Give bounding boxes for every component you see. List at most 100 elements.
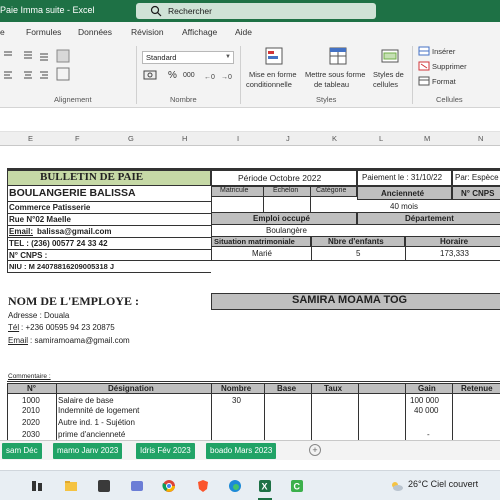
border-line [7,237,211,238]
ribbon-separator [136,46,137,104]
border-line [452,383,453,440]
border-line [7,249,211,250]
border-line [405,247,406,260]
column-header[interactable]: I [237,134,239,143]
sheet-tab[interactable]: Idris Fév 2023 [136,443,195,459]
brave-icon[interactable] [196,479,210,493]
employee-address: Adresse : Douala [8,311,70,320]
company-email: balissa@gmail.com [37,227,112,236]
currency-icon[interactable] [142,68,162,82]
widgets-icon[interactable] [30,479,44,493]
ribbon: Alignement Standard ▼ % 000 ←0 →0 Nombre … [0,42,500,108]
camera-app-icon[interactable] [130,479,144,493]
chevron-down-icon: ▼ [225,54,231,60]
file-explorer-icon[interactable] [64,479,78,493]
cell-styles-label-1[interactable]: Styles de [373,70,404,79]
format-button[interactable]: Format [432,77,456,86]
tab-home-partial[interactable]: e [0,27,5,37]
delete-button[interactable]: Supprimer [432,62,467,71]
employee-tel: : +236 00595 94 23 20875 [21,323,115,332]
column-header[interactable]: N [478,134,483,143]
comment-label: Commentaire : [8,373,51,380]
table-format-label-1[interactable]: Mettre sous forme [305,70,365,79]
alignment-icons[interactable] [2,48,72,86]
title-bar: Paie Imma suite - Excel Rechercher [0,0,500,22]
conditional-format-icon [265,47,283,65]
conditional-format-label-1[interactable]: Mise en forme [249,70,297,79]
sheet-tab[interactable]: sam Déc [2,443,42,459]
employee-tel-label: Tél [8,323,20,332]
insert-button[interactable]: Insérer [432,47,455,56]
task-view-icon[interactable] [97,479,111,493]
table-header: Nombre [221,384,252,393]
delete-icon [418,61,430,71]
row-number: 2010 [22,406,40,415]
tab-donnees[interactable]: Données [78,27,112,37]
number-format-dropdown[interactable]: Standard ▼ [142,51,234,64]
conditional-format-label-2[interactable]: conditionnelle [246,80,292,89]
group-label-cells: Cellules [436,95,463,104]
add-sheet-button[interactable]: + [309,444,321,456]
table-header: Désignation [108,384,154,393]
border-line [7,381,500,382]
decimal-icons[interactable]: ←0 →0 [204,69,238,83]
payment-mode-text: Par: Espèce [455,173,499,182]
search-box[interactable]: Rechercher [136,3,376,19]
tab-revision[interactable]: Révision [131,27,164,37]
table-header: N° [27,384,36,393]
sheet-tab[interactable]: boado Mars 2023 [206,443,277,459]
percent-button[interactable]: % [168,70,177,81]
formula-bar[interactable] [0,108,500,132]
tab-formules[interactable]: Formules [26,27,61,37]
table-header: Base [277,384,297,393]
chrome-icon[interactable] [162,479,176,493]
column-header[interactable]: K [332,134,337,143]
svg-text:→0: →0 [221,74,232,81]
sheet-tab[interactable]: mamo Janv 2023 [53,443,123,459]
column-header[interactable]: F [75,134,80,143]
svg-text:X: X [262,482,268,492]
svg-text:←0: ←0 [204,74,215,81]
column-header[interactable]: J [286,134,290,143]
tab-aide[interactable]: Aide [235,27,252,37]
excel-icon[interactable]: X [258,479,272,493]
column-header[interactable]: L [379,134,383,143]
payslip-title: BULLETIN DE PAIE [40,171,144,183]
camtasia-icon[interactable]: C [290,479,304,493]
format-icon [418,76,430,86]
row-number: 1000 [22,396,40,405]
weather-icon [392,482,403,491]
number-format-value: Standard [146,53,177,62]
column-header[interactable]: G [128,134,134,143]
border-line [7,170,8,272]
border-line [310,186,311,212]
edge-icon[interactable] [228,479,242,493]
thousands-button[interactable]: 000 [183,72,195,79]
border-line [264,383,265,440]
header-categorie: Catégorie [316,187,347,194]
header-matricule: Matricule [220,187,249,194]
worksheet[interactable]: BULLETIN DE PAIE Période Octobre 2022 Pa… [0,146,500,440]
column-header[interactable]: E [28,134,33,143]
header-horaire: Horaire [440,237,469,246]
cell-styles-label-2[interactable]: cellules [373,80,398,89]
group-label-number: Nombre [170,95,197,104]
border-line [263,186,264,212]
table-format-label-2[interactable]: de tableau [314,80,349,89]
header-departement: Département [405,214,454,223]
company-email-label: Email: [9,227,34,236]
border-line [358,383,359,440]
weather-text: 26°C Ciel couvert [408,479,479,489]
employee-email-label: Email [8,336,29,345]
header-emploi: Emploi occupé [253,214,310,223]
emploi-value: Boulangère [266,226,307,235]
border-line [7,213,211,214]
border-line [7,201,211,202]
tab-affichage[interactable]: Affichage [182,27,217,37]
enfants-value: 5 [356,249,361,258]
column-header[interactable]: M [424,134,430,143]
column-header[interactable]: H [182,134,187,143]
row-nombre: 30 [232,396,241,405]
horaire-value: 173,333 [440,249,469,258]
border-line [311,383,312,440]
